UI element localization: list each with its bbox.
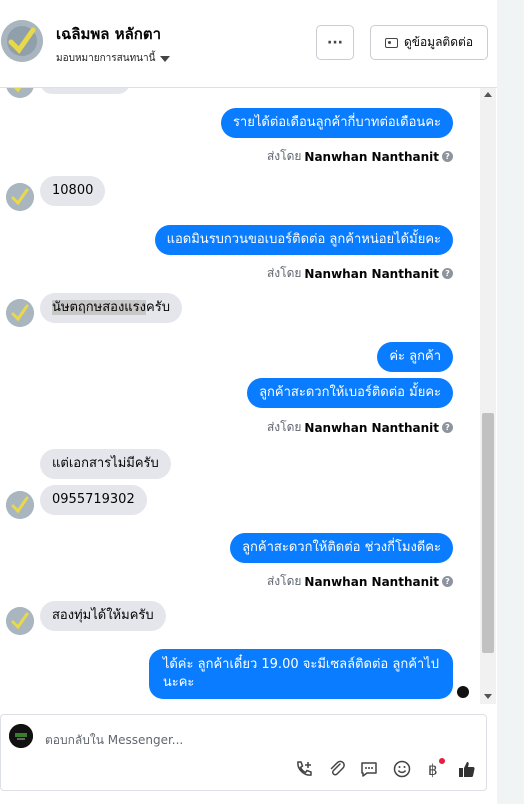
message-bubble-outgoing: แอดมินรบกวนขอเบอร์ติดต่อ ลูกค้าหน่อยได้ม… [154, 225, 453, 255]
contact-avatar-small [6, 299, 34, 327]
chevron-down-icon [160, 55, 171, 62]
contact-avatar-small [6, 183, 34, 211]
attach-icon[interactable] [326, 758, 348, 780]
highlighted-text: นัษตฤกษสองแรง [52, 300, 147, 315]
message-bubble-outgoing: รายได้ต่อเดือนลูกค้ากี่บาทต่อเดือนคะ [220, 108, 453, 138]
assign-label: มอบหมายการสนทนานี้ [56, 53, 156, 64]
reply-composer: ตอบกลับใน Messenger... ฿ [0, 714, 487, 791]
sent-by-label: ส่งโดย Nanwhan Nanthanit? [267, 572, 453, 591]
contact-avatar[interactable] [1, 20, 43, 62]
saved-reply-icon[interactable] [358, 758, 380, 780]
more-options-button[interactable]: ··· [316, 25, 354, 60]
info-icon[interactable]: ? [442, 151, 453, 162]
info-icon[interactable]: ? [442, 422, 453, 433]
message-bubble-outgoing: ได้ค่ะ ลูกค้าเดี๋ยว 19.00 จะมีเซลล์ติดต่… [148, 649, 453, 699]
info-icon[interactable]: ? [442, 576, 453, 587]
message-thread[interactable]: รายได้ต่อเดือนลูกค้ากี่บาทต่อเดือนคะ ส่ง… [0, 88, 480, 704]
contact-name: เฉลิมพล หลักตา [56, 25, 162, 43]
message-bubble-incoming: 10800 [40, 176, 106, 206]
message-bubble-partial [40, 88, 130, 94]
reply-input[interactable]: ตอบกลับใน Messenger... [45, 731, 183, 750]
message-bubble-outgoing: ลูกค้าสะดวกให้ติดต่อ ช่วงกี่โมงดีคะ [230, 533, 453, 563]
assign-conversation-dropdown[interactable]: มอบหมายการสนทนานี้ [56, 51, 171, 66]
scrollbar-thumb[interactable] [482, 413, 494, 653]
message-bubble-incoming: สองทุ่มได้ให้มครับ [40, 601, 166, 631]
notification-dot [439, 758, 445, 764]
contact-avatar-small [6, 607, 34, 635]
side-panel-edge [497, 0, 524, 804]
sent-by-label: ส่งโดย Nanwhan Nanthanit? [267, 147, 453, 166]
seen-avatar-icon [457, 686, 469, 698]
scrollbar[interactable] [480, 88, 496, 704]
message-bubble-incoming: นัษตฤกษสองแรงครับ [40, 293, 182, 323]
svg-text:฿: ฿ [428, 761, 438, 779]
contact-card-icon [384, 37, 398, 48]
message-bubble-outgoing: ลูกค้าสะดวกให้เบอร์ติดต่อ มั้ยคะ [247, 378, 453, 408]
conversation-panel: เฉลิมพล หลักตา มอบหมายการสนทนานี้ ··· ดู… [0, 0, 497, 804]
like-icon[interactable] [456, 758, 478, 780]
view-contact-info-button[interactable]: ดูข้อมูลติดต่อ [370, 25, 488, 60]
conversation-header: เฉลิมพล หลักตา มอบหมายการสนทนานี้ ··· ดู… [0, 0, 497, 88]
phone-add-icon[interactable] [293, 758, 315, 780]
message-bubble-outgoing: ค่ะ ลูกค้า [377, 342, 453, 372]
sent-by-label: ส่งโดย Nanwhan Nanthanit? [267, 418, 453, 437]
scroll-down-icon[interactable] [484, 694, 492, 699]
message-bubble-incoming: แต่เอกสารไม่มีครับ [40, 449, 171, 479]
emoji-icon[interactable] [391, 758, 413, 780]
view-contact-info-label: ดูข้อมูลติดต่อ [403, 35, 474, 49]
contact-avatar-small [6, 491, 34, 519]
info-icon[interactable]: ? [442, 268, 453, 279]
baht-icon[interactable]: ฿ [422, 758, 445, 780]
scroll-up-icon[interactable] [484, 92, 492, 97]
contact-avatar-small [6, 88, 34, 98]
page-avatar [9, 724, 33, 748]
sent-by-label: ส่งโดย Nanwhan Nanthanit? [267, 264, 453, 283]
message-bubble-incoming: 0955719302 [40, 485, 147, 515]
